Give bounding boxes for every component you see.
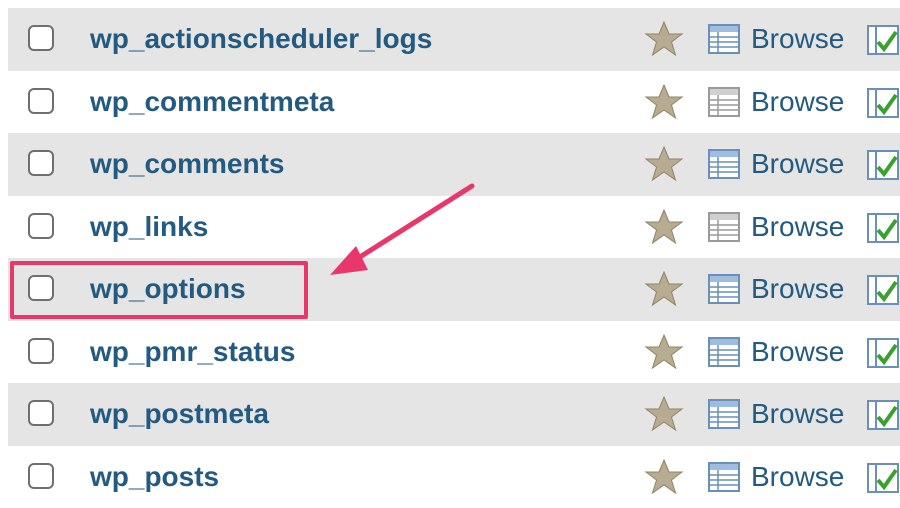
favorite-star-icon[interactable] xyxy=(644,208,684,246)
favorite-star-icon[interactable] xyxy=(644,395,684,433)
table-name-link[interactable]: wp_posts xyxy=(90,446,219,508)
row-checkbox[interactable] xyxy=(28,150,54,176)
browse-link[interactable]: Browse xyxy=(751,321,844,384)
table-row: wp_commentmeta Browse xyxy=(8,71,900,134)
favorite-star-icon[interactable] xyxy=(644,333,684,371)
table-row: wp_posts Browse xyxy=(8,446,900,508)
row-checkbox[interactable] xyxy=(28,25,54,51)
row-checkbox[interactable] xyxy=(28,213,54,239)
table-browse-icon[interactable] xyxy=(708,149,740,179)
table-row: wp_pmr_status Browse xyxy=(8,321,900,384)
row-checkbox[interactable] xyxy=(28,400,54,426)
table-row: wp_comments Browse xyxy=(8,133,900,196)
table-row: wp_postmeta Browse xyxy=(8,383,900,446)
table-browse-icon[interactable] xyxy=(708,462,740,492)
favorite-star-icon[interactable] xyxy=(644,145,684,183)
row-checkbox[interactable] xyxy=(28,338,54,364)
browse-link[interactable]: Browse xyxy=(751,133,844,196)
structure-icon[interactable] xyxy=(866,274,900,306)
structure-icon[interactable] xyxy=(866,212,900,244)
favorite-star-icon[interactable] xyxy=(644,270,684,308)
browse-link[interactable]: Browse xyxy=(751,196,844,259)
row-checkbox[interactable] xyxy=(28,88,54,114)
browse-link[interactable]: Browse xyxy=(751,383,844,446)
table-row: wp_links Browse xyxy=(8,196,900,259)
database-table-list: wp_actionscheduler_logs Browse wp_commen… xyxy=(8,8,900,508)
favorite-star-icon[interactable] xyxy=(644,83,684,121)
table-name-link[interactable]: wp_comments xyxy=(90,133,285,196)
structure-icon[interactable] xyxy=(866,399,900,431)
browse-link[interactable]: Browse xyxy=(751,71,844,134)
favorite-star-icon[interactable] xyxy=(644,458,684,496)
structure-icon[interactable] xyxy=(866,87,900,119)
browse-link[interactable]: Browse xyxy=(751,446,844,508)
table-name-link[interactable]: wp_commentmeta xyxy=(90,71,334,134)
structure-icon[interactable] xyxy=(866,149,900,181)
row-checkbox[interactable] xyxy=(28,463,54,489)
table-name-link[interactable]: wp_actionscheduler_logs xyxy=(90,8,432,71)
browse-link[interactable]: Browse xyxy=(751,258,844,321)
table-browse-icon[interactable] xyxy=(708,24,740,54)
table-name-link[interactable]: wp_postmeta xyxy=(90,383,269,446)
table-browse-icon[interactable] xyxy=(708,274,740,304)
table-name-link[interactable]: wp_links xyxy=(90,196,208,259)
highlight-box xyxy=(10,261,308,319)
browse-link[interactable]: Browse xyxy=(751,8,844,71)
structure-icon[interactable] xyxy=(866,337,900,369)
table-row: wp_actionscheduler_logs Browse xyxy=(8,8,900,71)
structure-icon[interactable] xyxy=(866,462,900,494)
structure-icon[interactable] xyxy=(866,24,900,56)
table-browse-icon[interactable] xyxy=(708,212,740,242)
table-browse-icon[interactable] xyxy=(708,399,740,429)
favorite-star-icon[interactable] xyxy=(644,20,684,58)
table-browse-icon[interactable] xyxy=(708,87,740,117)
table-name-link[interactable]: wp_pmr_status xyxy=(90,321,295,384)
table-browse-icon[interactable] xyxy=(708,337,740,367)
